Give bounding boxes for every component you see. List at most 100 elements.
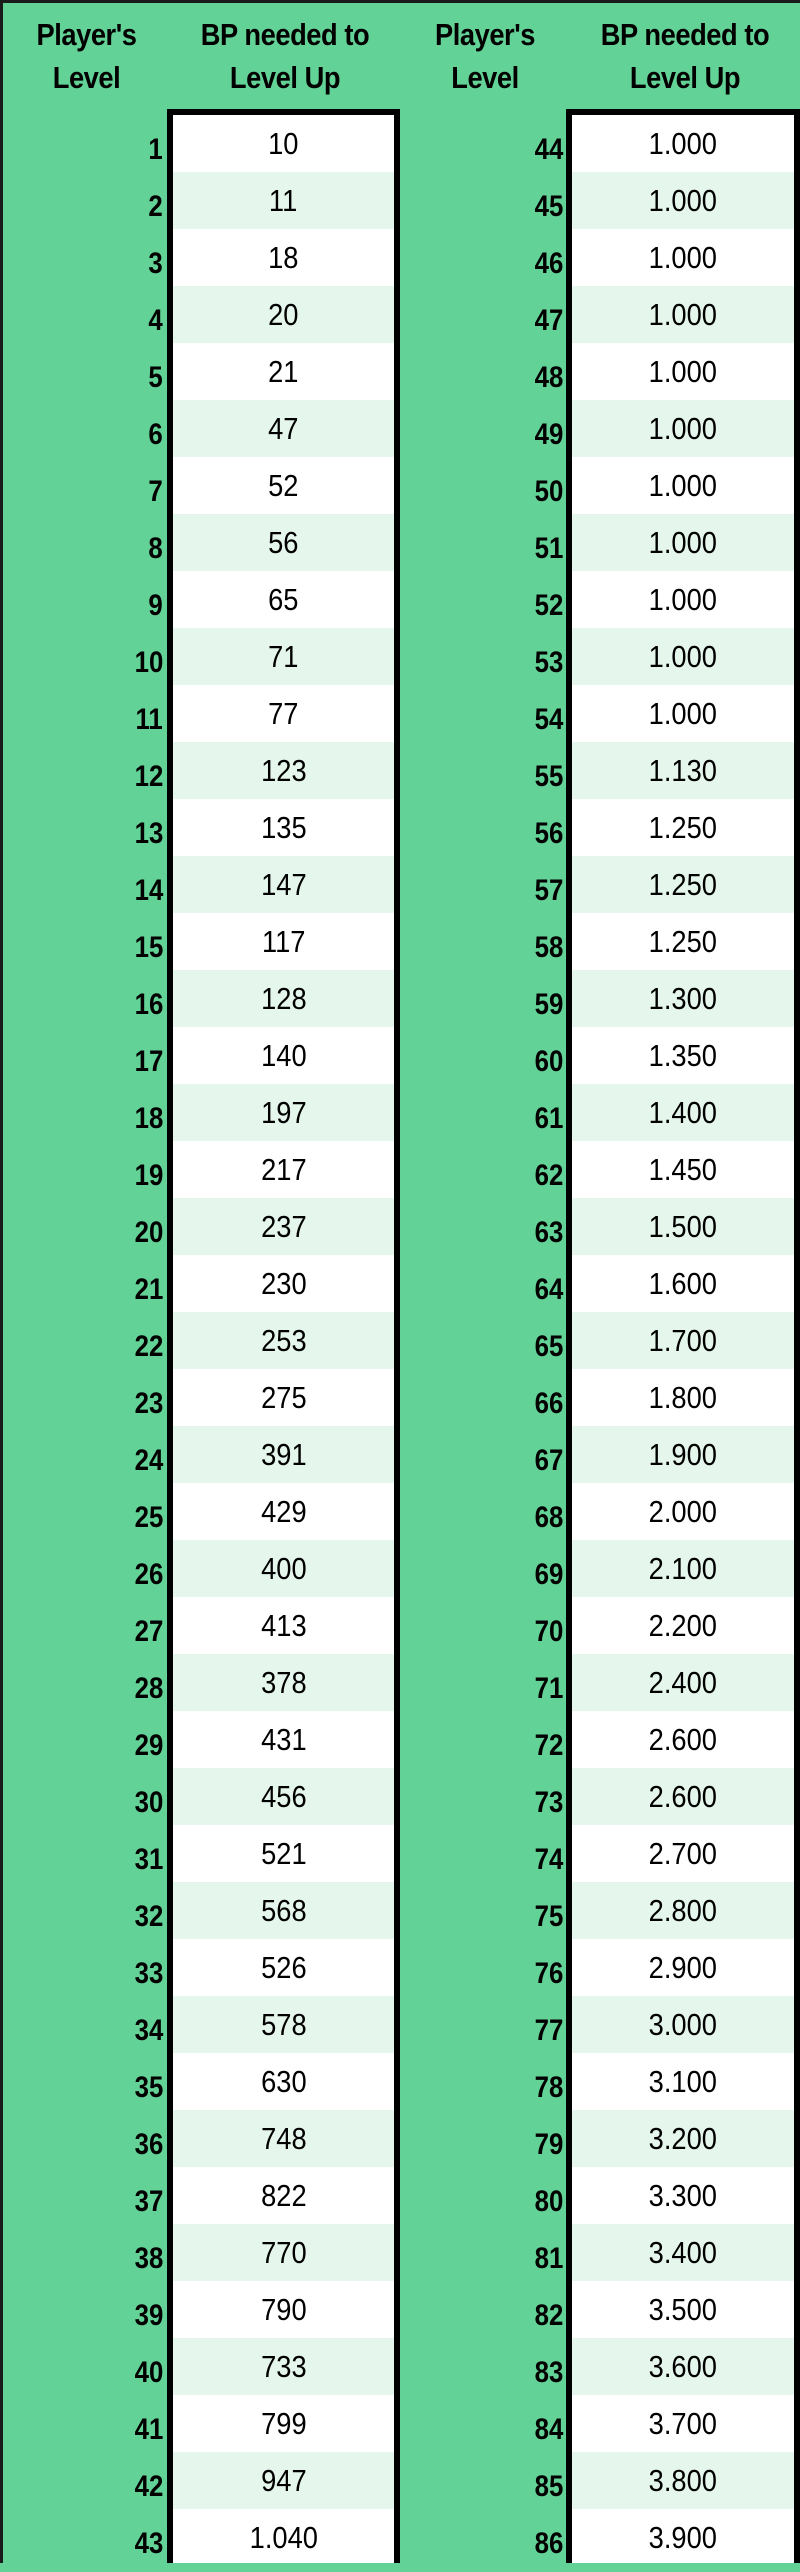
table-row: 217 <box>173 1141 394 1198</box>
bp-value: 1.000 <box>648 354 718 389</box>
bp-value: 230 <box>260 1266 307 1301</box>
level-cell: 62 <box>400 1141 563 1198</box>
table-row: 21 <box>173 343 394 400</box>
level-cell: 72 <box>400 1711 563 1768</box>
table-row: 3.400 <box>572 2224 794 2281</box>
level-cell: 49 <box>400 400 563 457</box>
table-row: 526 <box>173 1939 394 1996</box>
level-cell: 86 <box>400 2509 563 2566</box>
level-cell: 38 <box>3 2224 163 2281</box>
level-value: 11 <box>135 703 163 736</box>
table-row: 2.100 <box>572 1540 794 1597</box>
level-value: 57 <box>534 874 563 907</box>
table-row: 275 <box>173 1369 394 1426</box>
level-cell: 68 <box>400 1483 563 1540</box>
level-value: 62 <box>534 1159 563 1192</box>
level-value: 28 <box>134 1672 163 1705</box>
table-row: 456 <box>173 1768 394 1825</box>
level-value: 31 <box>134 1843 163 1876</box>
level-value: 65 <box>534 1330 563 1363</box>
level-value: 37 <box>134 2185 163 2218</box>
level-cell: 39 <box>3 2281 163 2338</box>
table-row: 20 <box>173 286 394 343</box>
table-row: 140 <box>173 1027 394 1084</box>
table-row: 117 <box>173 913 394 970</box>
level-value: 39 <box>134 2299 163 2332</box>
level-cell: 75 <box>400 1882 563 1939</box>
bp-value: 1.250 <box>648 924 718 959</box>
level-cell: 21 <box>3 1255 163 1312</box>
bp-value: 71 <box>268 639 299 674</box>
level-cell: 13 <box>3 799 163 856</box>
level-value: 27 <box>134 1615 163 1648</box>
level-cell: 54 <box>400 685 563 742</box>
header-text: Level Up <box>629 60 741 95</box>
table-row: 748 <box>173 2110 394 2167</box>
level-value: 61 <box>534 1102 563 1135</box>
table-row: 10 <box>173 115 394 172</box>
level-value: 6 <box>148 418 163 451</box>
table-row: 1.130 <box>572 742 794 799</box>
bp-values-left: 10 11 18 20 21 47 52 56 65 71 77 123 135 147 117 128 140… <box>173 115 394 2566</box>
level-value: 59 <box>534 988 563 1021</box>
level-value: 49 <box>534 418 563 451</box>
level-cell: 60 <box>400 1027 563 1084</box>
level-cell: 76 <box>400 1939 563 1996</box>
level-cell: 41 <box>3 2395 163 2452</box>
table-row: 2.600 <box>572 1711 794 1768</box>
level-cell: 3 <box>3 229 163 286</box>
level-cell: 36 <box>3 2110 163 2167</box>
bp-value: 20 <box>268 297 299 332</box>
bp-value: 1.000 <box>648 696 718 731</box>
table-row: 578 <box>173 1996 394 2053</box>
bp-value: 237 <box>260 1209 307 1244</box>
bp-value: 429 <box>260 1494 307 1529</box>
bp-value: 2.900 <box>648 1950 718 1985</box>
level-cell: 44 <box>400 115 563 172</box>
bp-value: 1.400 <box>648 1095 718 1130</box>
level-value: 86 <box>534 2527 563 2560</box>
table-row: 2.600 <box>572 1768 794 1825</box>
table-row: 1.000 <box>572 514 794 571</box>
level-value: 7 <box>148 475 163 508</box>
bp-value: 413 <box>260 1608 307 1643</box>
level-value: 22 <box>134 1330 163 1363</box>
level-cell: 40 <box>3 2338 163 2395</box>
table-row: 77 <box>173 685 394 742</box>
level-cell: 31 <box>3 1825 163 1882</box>
bp-value: 1.600 <box>648 1266 718 1301</box>
bp-value: 799 <box>260 2406 307 2441</box>
bp-value: 21 <box>268 354 299 389</box>
level-value: 25 <box>134 1501 163 1534</box>
bp-value: 748 <box>260 2121 307 2156</box>
level-cell: 25 <box>3 1483 163 1540</box>
level-value: 45 <box>534 190 563 223</box>
table-row: 71 <box>173 628 394 685</box>
level-cell: 56 <box>400 799 563 856</box>
level-value: 30 <box>134 1786 163 1819</box>
bp-column-left: 10 11 18 20 21 47 52 56 65 71 77 123 135 147 117 128 140… <box>167 109 400 2563</box>
level-value: 19 <box>134 1159 163 1192</box>
bp-value: 733 <box>260 2349 307 2384</box>
level-cell: 50 <box>400 457 563 514</box>
level-value: 67 <box>534 1444 563 1477</box>
level-cell: 35 <box>3 2053 163 2110</box>
bp-value: 3.800 <box>648 2463 718 2498</box>
level-cell: 85 <box>400 2452 563 2509</box>
bp-value: 1.700 <box>648 1323 718 1358</box>
level-value: 69 <box>534 1558 563 1591</box>
header-players-level-left: Player's Level <box>13 3 160 109</box>
header-players-level-right: Player's Level <box>410 3 560 109</box>
bp-value: 253 <box>260 1323 307 1358</box>
table-row: 1.250 <box>572 799 794 856</box>
level-cell: 22 <box>3 1312 163 1369</box>
bp-value: 217 <box>260 1152 307 1187</box>
table-row: 2.700 <box>572 1825 794 1882</box>
table-row: 1.000 <box>572 628 794 685</box>
level-cell: 4 <box>3 286 163 343</box>
level-value: 9 <box>148 589 163 622</box>
table-row: 568 <box>173 1882 394 1939</box>
table-row: 1.000 <box>572 172 794 229</box>
level-value: 51 <box>534 532 563 565</box>
bp-value: 3.000 <box>648 2007 718 2042</box>
